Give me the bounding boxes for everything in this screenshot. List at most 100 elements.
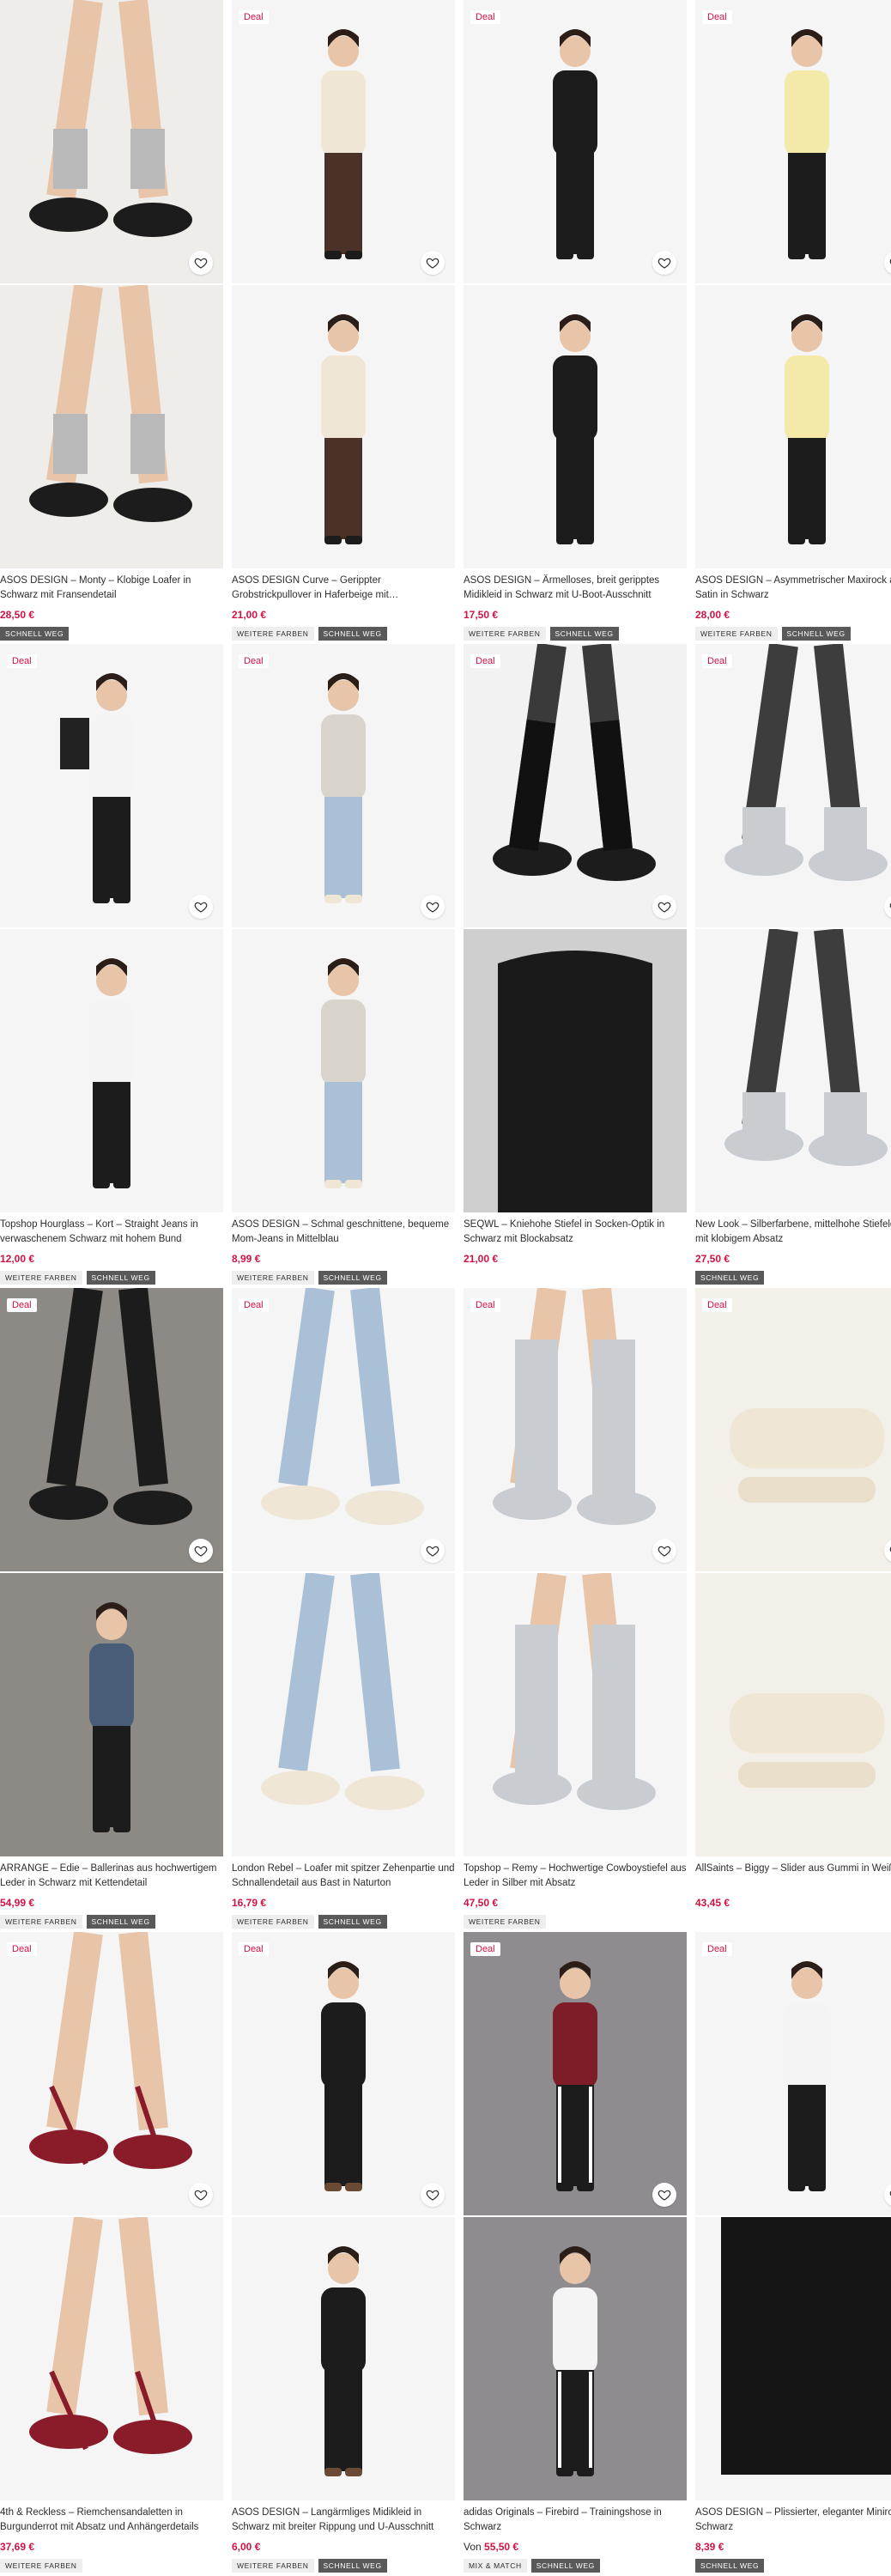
product-tags: SCHNELL WEG	[0, 627, 70, 641]
tag-badge: SCHNELL WEG	[318, 2559, 387, 2573]
price-value: 28,00 €	[695, 609, 730, 621]
product-title[interactable]: Topshop – Remy – Hochwertige Cowboystief…	[464, 1862, 687, 1891]
deal-badge: Deal	[7, 1942, 37, 1956]
heart-icon[interactable]	[421, 1539, 445, 1563]
deal-badge: Deal	[702, 1942, 732, 1956]
product-title[interactable]: adidas Originals – Firebird – Trainingsh…	[464, 2506, 687, 2535]
deal-badge: Deal	[702, 1298, 732, 1312]
product-price: 8,39 €	[695, 2541, 724, 2553]
heart-icon[interactable]	[652, 895, 676, 919]
product-title[interactable]: ASOS DESIGN – Plissierter, eleganter Min…	[695, 2506, 891, 2535]
product-image-secondary[interactable]	[0, 1573, 223, 1856]
tag-badge: WEITERE FARBEN	[695, 627, 778, 641]
product-price: 12,00 €	[0, 1253, 34, 1265]
product-title[interactable]: London Rebel – Loafer mit spitzer Zehenp…	[232, 1862, 455, 1891]
heart-icon[interactable]	[189, 1539, 213, 1563]
product-image-primary[interactable]: Deal	[695, 644, 891, 927]
product-image-primary[interactable]: Deal	[0, 1932, 223, 2215]
heart-icon[interactable]	[652, 1539, 676, 1563]
product-title[interactable]: ASOS DESIGN – Langärmliges Midikleid in …	[232, 2506, 455, 2535]
product-image-secondary[interactable]	[0, 285, 223, 568]
heart-icon[interactable]	[652, 2183, 676, 2207]
product-title[interactable]: ASOS DESIGN – Ärmelloses, breit gerippte…	[464, 574, 687, 603]
product-tags: WEITERE FARBEN	[464, 1915, 546, 1929]
product-tags: WEITERE FARBEN SCHNELL WEG	[464, 627, 619, 641]
product-image-secondary[interactable]	[232, 1573, 455, 1856]
product-image-primary[interactable]: Deal	[695, 0, 891, 283]
product-image-secondary[interactable]	[464, 285, 687, 568]
product-image-primary[interactable]: Deal	[464, 0, 687, 283]
tag-badge: SCHNELL WEG	[0, 627, 70, 641]
product-title[interactable]: SEQWL – Kniehohe Stiefel in Socken-Optik…	[464, 1218, 687, 1247]
tag-badge: WEITERE FARBEN	[232, 2559, 314, 2573]
product-image-primary[interactable]	[0, 0, 223, 283]
heart-icon[interactable]	[421, 895, 445, 919]
product-image-primary[interactable]: Deal	[232, 0, 455, 283]
tag-badge: SCHNELL WEG	[695, 1271, 765, 1285]
tag-badge: WEITERE FARBEN	[232, 627, 314, 641]
product-title[interactable]: New Look – Silberfarbene, mittelhohe Sti…	[695, 1218, 891, 1247]
tag-badge: SCHNELL WEG	[318, 1271, 387, 1285]
price-value: 27,50 €	[695, 1253, 730, 1265]
product-image-secondary[interactable]	[695, 1573, 891, 1856]
product-price: 8,99 €	[232, 1253, 260, 1265]
product-image-secondary[interactable]	[464, 929, 687, 1212]
product-image-primary[interactable]: Deal	[0, 1288, 223, 1571]
product-image-secondary[interactable]	[695, 285, 891, 568]
product-image-secondary[interactable]	[0, 929, 223, 1212]
heart-icon[interactable]	[189, 895, 213, 919]
heart-icon[interactable]	[652, 251, 676, 275]
price-value: 21,00 €	[232, 609, 267, 621]
product-image-primary[interactable]: Deal	[464, 1932, 687, 2215]
price-value: 47,50 €	[464, 1897, 499, 1909]
tag-badge: SCHNELL WEG	[695, 2559, 765, 2573]
heart-icon[interactable]	[421, 251, 445, 275]
heart-icon[interactable]	[189, 251, 213, 275]
deal-badge: Deal	[7, 1298, 37, 1312]
product-image-secondary[interactable]	[464, 1573, 687, 1856]
deal-badge: Deal	[470, 654, 500, 668]
product-image-secondary[interactable]	[232, 929, 455, 1212]
product-title[interactable]: ASOS DESIGN – Schmal geschnittene, beque…	[232, 1218, 455, 1247]
product-title[interactable]: ASOS DESIGN Curve – Gerippter Grobstrick…	[232, 574, 455, 603]
product-price: 28,00 €	[695, 609, 730, 621]
product-image-secondary[interactable]	[0, 2217, 223, 2500]
product-image-secondary[interactable]	[695, 929, 891, 1212]
product-image-secondary[interactable]	[232, 2217, 455, 2500]
product-title[interactable]: 4th & Reckless – Riemchensandaletten in …	[0, 2506, 223, 2535]
product-tags: WEITERE FARBEN SCHNELL WEG	[232, 1271, 387, 1285]
product-price: 17,50 €	[464, 609, 498, 621]
product-tags: MIX & MATCH SCHNELL WEG	[464, 2559, 600, 2573]
product-title[interactable]: AllSaints – Biggy – Slider aus Gummi in …	[695, 1862, 891, 1891]
tag-badge: WEITERE FARBEN	[464, 1915, 546, 1929]
product-image-secondary[interactable]	[464, 2217, 687, 2500]
product-image-primary[interactable]: Deal	[464, 644, 687, 927]
product-image-primary[interactable]: Deal	[232, 1288, 455, 1571]
product-title[interactable]: ASOS DESIGN – Monty – Klobige Loafer in …	[0, 574, 223, 603]
deal-badge: Deal	[239, 10, 269, 24]
product-image-primary[interactable]: Deal	[0, 644, 223, 927]
product-image-primary[interactable]: Deal	[232, 644, 455, 927]
heart-icon[interactable]	[189, 2183, 213, 2207]
product-image-primary[interactable]: Deal	[695, 1288, 891, 1571]
product-image-secondary[interactable]	[695, 2217, 891, 2500]
deal-badge: Deal	[470, 1942, 500, 1956]
tag-badge: SCHNELL WEG	[549, 627, 619, 641]
product-title[interactable]: Topshop Hourglass – Kort – Straight Jean…	[0, 1218, 223, 1247]
product-image-primary[interactable]: Deal	[695, 1932, 891, 2215]
product-image-primary[interactable]: Deal	[464, 1288, 687, 1571]
deal-badge: Deal	[702, 654, 732, 668]
tag-badge: WEITERE FARBEN	[464, 627, 546, 641]
price-value: 55,50 €	[484, 2541, 519, 2553]
product-price: 37,69 €	[0, 2541, 34, 2553]
heart-icon[interactable]	[421, 2183, 445, 2207]
product-image-primary[interactable]: Deal	[232, 1932, 455, 2215]
price-value: 12,00 €	[0, 1253, 35, 1265]
product-price: 28,50 €	[0, 609, 34, 621]
price-value: 28,50 €	[0, 609, 35, 621]
product-title[interactable]: ARRANGE – Edie – Ballerinas aus hochwert…	[0, 1862, 223, 1891]
product-title[interactable]: ASOS DESIGN – Asymmetrischer Maxirock au…	[695, 574, 891, 603]
product-tags: WEITERE FARBEN SCHNELL WEG	[232, 627, 387, 641]
product-image-secondary[interactable]	[232, 285, 455, 568]
tag-badge: SCHNELL WEG	[530, 2559, 600, 2573]
